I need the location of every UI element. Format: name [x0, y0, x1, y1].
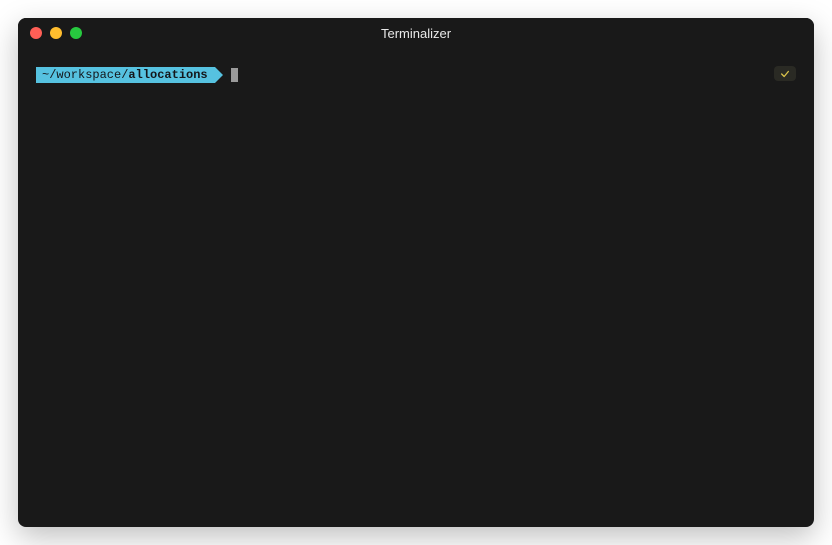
- prompt-path-prefix: ~/workspace/: [42, 66, 128, 84]
- check-icon: [780, 69, 790, 79]
- titlebar[interactable]: Terminalizer: [18, 18, 814, 48]
- status-badge: [774, 66, 796, 81]
- minimize-button[interactable]: [50, 27, 62, 39]
- prompt-arrow-icon: [215, 67, 223, 83]
- maximize-button[interactable]: [70, 27, 82, 39]
- traffic-lights: [30, 27, 82, 39]
- terminal-body[interactable]: ~/workspace/allocations: [18, 48, 814, 527]
- cursor: [231, 68, 238, 82]
- terminal-window: Terminalizer ~/workspace/allocations: [18, 18, 814, 527]
- prompt-path: ~/workspace/allocations: [36, 67, 215, 83]
- window-title: Terminalizer: [381, 26, 451, 41]
- close-button[interactable]: [30, 27, 42, 39]
- prompt-line: ~/workspace/allocations: [36, 66, 796, 84]
- prompt-path-current: allocations: [128, 66, 207, 84]
